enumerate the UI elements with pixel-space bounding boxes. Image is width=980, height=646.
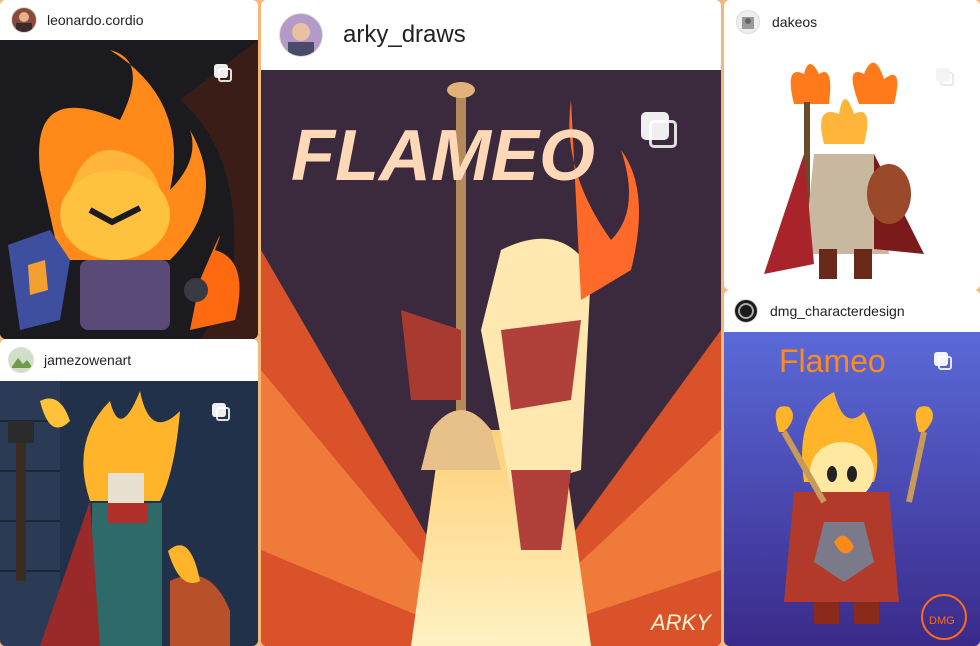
post-header: dmg_characterdesign bbox=[724, 290, 980, 332]
signature-text: ARKY bbox=[649, 610, 712, 635]
post-header: jamezowenart bbox=[0, 339, 258, 381]
multiple-images-icon bbox=[641, 112, 677, 148]
user-avatar-icon[interactable] bbox=[11, 7, 37, 33]
multiple-images-icon bbox=[214, 64, 232, 82]
title-art-text: Flameo bbox=[779, 343, 886, 379]
username-label[interactable]: jamezowenart bbox=[44, 352, 131, 368]
post-header: arky_draws bbox=[261, 0, 721, 70]
user-avatar-icon[interactable] bbox=[736, 10, 760, 34]
user-avatar-icon[interactable] bbox=[8, 347, 34, 373]
post-card-jamezowen[interactable]: jamezowenart bbox=[0, 339, 258, 646]
username-label[interactable]: arky_draws bbox=[343, 21, 466, 49]
post-artwork[interactable]: Flameo DMG bbox=[724, 332, 980, 646]
post-card-dakeos[interactable]: dakeos bbox=[724, 0, 980, 290]
username-label[interactable]: leonardo.cordio bbox=[47, 12, 144, 28]
user-avatar-icon[interactable] bbox=[279, 13, 323, 57]
post-card-leonardo[interactable]: leonardo.cordio bbox=[0, 0, 258, 339]
post-artwork[interactable] bbox=[0, 40, 258, 339]
post-card-arky[interactable]: arky_draws FLAMEO ARKY bbox=[261, 0, 721, 646]
username-label[interactable]: dmg_characterdesign bbox=[770, 303, 905, 319]
post-header: dakeos bbox=[724, 0, 980, 44]
logo-text: DMG bbox=[929, 615, 955, 627]
multiple-images-icon bbox=[212, 403, 230, 421]
post-card-dmg[interactable]: dmg_characterdesign Flameo DMG bbox=[724, 290, 980, 646]
title-art-text: FLAMEO bbox=[291, 116, 595, 196]
post-header: leonardo.cordio bbox=[0, 0, 258, 40]
post-artwork[interactable]: FLAMEO ARKY bbox=[261, 70, 721, 646]
multiple-images-icon bbox=[936, 68, 954, 86]
user-avatar-icon[interactable] bbox=[734, 299, 758, 323]
multiple-images-icon bbox=[934, 352, 952, 370]
username-label[interactable]: dakeos bbox=[772, 14, 817, 30]
